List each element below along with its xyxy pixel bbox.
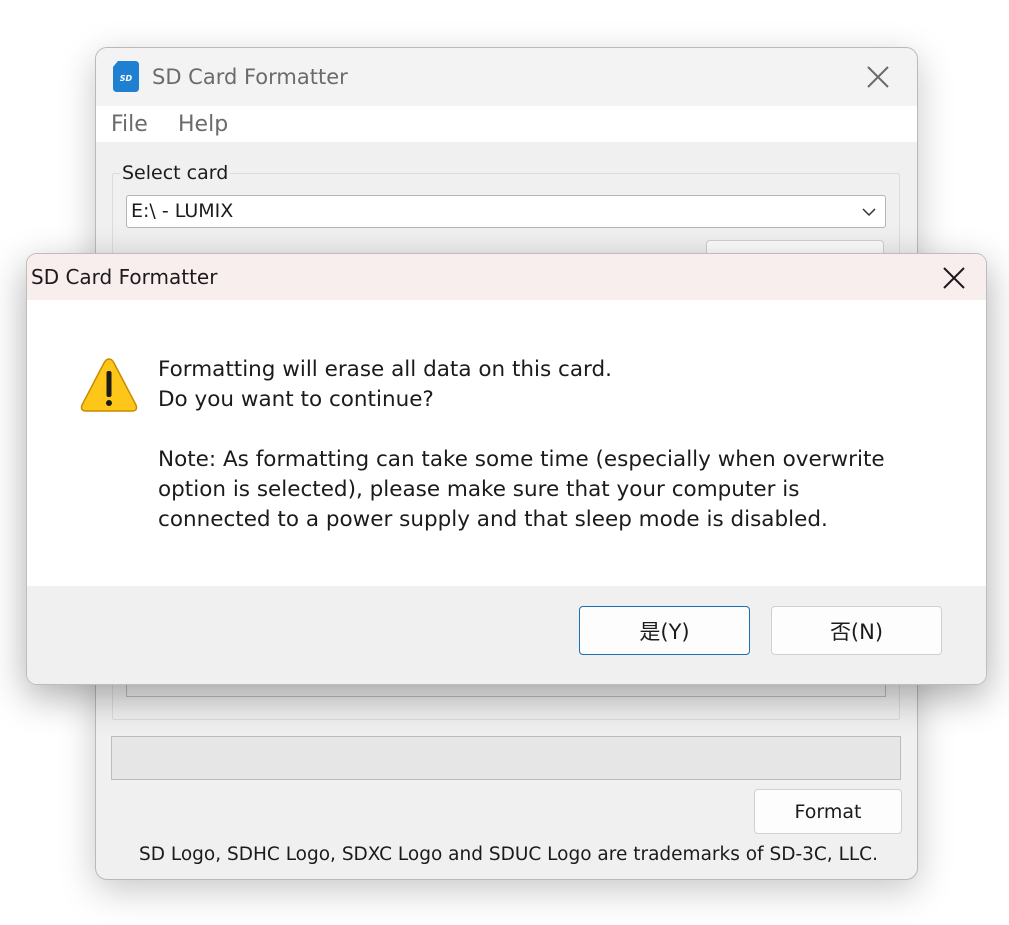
- card-select-value: E:\ - LUMIX: [131, 200, 234, 222]
- sd-card-icon: SD: [113, 61, 139, 92]
- trademark-notice: SD Logo, SDHC Logo, SDXC Logo and SDUC L…: [139, 844, 878, 865]
- format-button[interactable]: Format: [754, 789, 902, 834]
- note-line: Note: As formatting can take some time (…: [158, 447, 885, 472]
- menu-help[interactable]: Help: [178, 112, 228, 137]
- warning-icon: [80, 358, 138, 412]
- confirm-dialog: SD Card Formatter Formatting will erase …: [26, 253, 987, 685]
- note-line: option is selected), please make sure th…: [158, 477, 800, 502]
- select-card-label: Select card: [120, 162, 231, 184]
- yes-button[interactable]: 是(Y): [579, 606, 750, 655]
- main-window-title: SD Card Formatter: [152, 65, 348, 89]
- dialog-titlebar: SD Card Formatter: [27, 254, 986, 300]
- menu-file[interactable]: File: [111, 112, 148, 137]
- main-titlebar: SD SD Card Formatter: [96, 48, 917, 106]
- dialog-title: SD Card Formatter: [31, 265, 218, 289]
- close-icon[interactable]: [937, 261, 971, 295]
- card-select[interactable]: E:\ - LUMIX: [126, 195, 886, 228]
- menu-bar: File Help: [96, 106, 917, 142]
- close-icon[interactable]: [861, 60, 895, 94]
- no-button[interactable]: 否(N): [771, 606, 942, 655]
- chevron-down-icon: [862, 208, 876, 217]
- message-line: Do you want to continue?: [158, 387, 434, 412]
- message-line: Formatting will erase all data on this c…: [158, 357, 612, 382]
- dialog-footer: 是(Y) 否(N): [27, 586, 986, 684]
- progress-bar: [111, 736, 901, 780]
- dialog-message: Formatting will erase all data on this c…: [158, 355, 885, 535]
- note-line: connected to a power supply and that sle…: [158, 507, 828, 532]
- svg-text:SD: SD: [120, 74, 133, 83]
